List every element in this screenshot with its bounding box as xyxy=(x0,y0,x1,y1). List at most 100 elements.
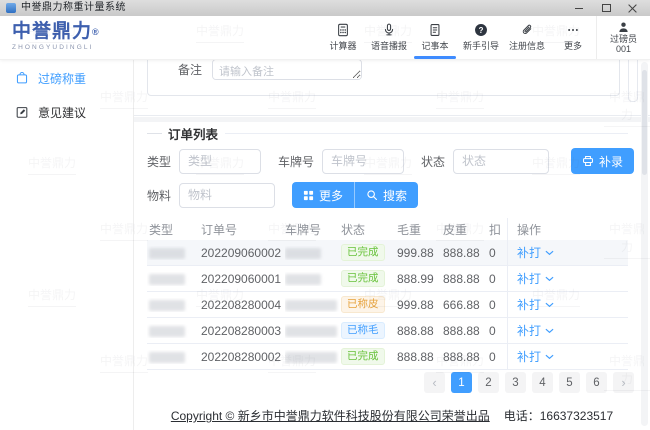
chevron-down-icon xyxy=(545,250,554,256)
action-cell: 补打 xyxy=(507,292,628,317)
status-cell: 已完成 xyxy=(341,270,397,287)
remark-panel: 备注 xyxy=(147,60,620,96)
sidebar-item-scale[interactable]: 过磅称重 xyxy=(0,65,133,91)
chevron-down-icon xyxy=(545,354,554,360)
vertical-scrollbar[interactable] xyxy=(641,62,648,426)
tare-weight-cell: 888.88 xyxy=(443,246,489,260)
type-cell-redacted xyxy=(147,350,201,364)
redacted-text xyxy=(149,274,185,285)
redacted-text xyxy=(285,248,321,259)
nav-item-microphone[interactable]: 语音播报 xyxy=(366,16,412,59)
action-cell: 补打 xyxy=(507,266,628,291)
pagination-page-6[interactable]: 6 xyxy=(586,372,607,393)
status-badge: 已称毛 xyxy=(341,322,385,339)
pagination-page-2[interactable]: 2 xyxy=(478,372,499,393)
app-icon xyxy=(6,3,16,13)
nav-item-ellipsis[interactable]: 更多 xyxy=(550,16,596,59)
tare-weight-cell: 888.88 xyxy=(443,272,489,286)
sidebar-item-label: 意见建议 xyxy=(38,104,86,121)
nav-item-label: 新手引导 xyxy=(463,39,499,52)
type-filter: 类型 xyxy=(147,149,261,174)
status-badge: 已完成 xyxy=(341,270,385,287)
nav-item-label: 注册信息 xyxy=(509,39,545,52)
minimize-icon[interactable] xyxy=(574,3,584,13)
status-badge: 已称皮 xyxy=(341,296,385,313)
reprint-link[interactable]: 补打 xyxy=(517,296,541,313)
gross-weight-cell: 999.88 xyxy=(397,298,443,312)
reprint-link[interactable]: 补打 xyxy=(517,322,541,339)
question-circle-icon: ? xyxy=(474,23,488,37)
table-row[interactable]: 202209060002已完成999.88888.880补打 xyxy=(147,240,628,266)
nav-item-calculator[interactable]: 计算器 xyxy=(320,16,366,59)
search-button[interactable]: 搜索 xyxy=(355,182,418,208)
paperclip-icon xyxy=(520,23,534,37)
section-title-divider: 订单列表 xyxy=(147,126,628,140)
nav-item-paperclip[interactable]: 注册信息 xyxy=(504,16,550,59)
table-row[interactable]: 202209060001已完成888.99888.880补打 xyxy=(147,266,628,292)
user-name: 过磅员 xyxy=(610,34,637,44)
plate-filter-input[interactable] xyxy=(322,149,404,174)
pagination-page-1[interactable]: 1 xyxy=(451,372,472,393)
table-row[interactable]: 202208280002已完成888.88888.880补打 xyxy=(147,344,628,370)
header-order: 订单号 xyxy=(201,221,285,238)
window-title: 中誉鼎力称重计量系统 xyxy=(21,0,126,16)
reprint-link[interactable]: 补打 xyxy=(517,348,541,365)
plate-cell-redacted xyxy=(285,246,341,260)
deduct-cell: 0 xyxy=(489,246,507,260)
nav-item-question-circle[interactable]: ? 新手引导 xyxy=(458,16,504,59)
brand-subtitle: ZHONGYUDINGLI xyxy=(12,44,134,51)
nav-item-notepad[interactable]: 记事本 xyxy=(412,16,458,59)
redacted-text xyxy=(285,300,337,311)
phone-number: 电话：16637323517 xyxy=(504,409,613,423)
type-filter-input[interactable] xyxy=(179,149,261,174)
deduct-cell: 0 xyxy=(489,324,507,338)
gross-weight-cell: 888.88 xyxy=(397,324,443,338)
remark-input[interactable] xyxy=(212,60,362,80)
close-icon[interactable] xyxy=(628,3,638,13)
order-no-cell: 202208280004 xyxy=(201,298,285,312)
filter-actions: 更多 搜索 xyxy=(292,182,418,208)
order-no-cell: 202209060001 xyxy=(201,272,285,286)
pagination-page-5[interactable]: 5 xyxy=(559,372,580,393)
plate-cell-redacted xyxy=(285,350,341,364)
status-filter-input[interactable] xyxy=(453,149,549,174)
pagination-page-3[interactable]: 3 xyxy=(505,372,526,393)
material-filter: 物料 xyxy=(147,183,275,208)
pagination: ‹ 123456 › xyxy=(424,372,634,393)
reprint-link[interactable]: 补打 xyxy=(517,244,541,261)
nav-item-label: 语音播报 xyxy=(371,39,407,52)
edit-icon xyxy=(15,105,29,119)
sidebar-item-edit[interactable]: 意见建议 xyxy=(0,99,133,125)
reprint-link[interactable]: 补打 xyxy=(517,270,541,287)
plate-cell-redacted xyxy=(285,324,341,338)
weighing-form-panel: 备注 xyxy=(134,60,650,116)
pagination-prev[interactable]: ‹ xyxy=(424,372,445,393)
material-filter-input[interactable] xyxy=(179,183,275,208)
microphone-icon xyxy=(382,23,396,37)
pagination-next[interactable]: › xyxy=(613,372,634,393)
brand-name: 中誉鼎力® xyxy=(12,21,134,43)
redacted-text xyxy=(149,352,185,363)
more-button[interactable]: 更多 xyxy=(292,182,355,208)
scale-icon xyxy=(15,71,29,85)
pagination-page-4[interactable]: 4 xyxy=(532,372,553,393)
user-info[interactable]: 过磅员 001 xyxy=(596,16,650,59)
table-row[interactable]: 202208280004已称皮999.88666.880补打 xyxy=(147,292,628,318)
printer-icon xyxy=(582,155,594,167)
redacted-text xyxy=(285,352,337,363)
type-cell-redacted xyxy=(147,272,201,286)
status-filter: 状态 xyxy=(421,149,549,174)
order-no-cell: 202208280002 xyxy=(201,350,285,364)
nav-item-label: 计算器 xyxy=(329,39,356,52)
header-plate: 车牌号 xyxy=(285,221,341,238)
supplement-record-button[interactable]: 补录 xyxy=(571,148,634,174)
maximize-icon[interactable] xyxy=(601,3,611,13)
copyright-link[interactable]: Copyright © 新乡市中誉鼎力软件科技股份有限公司荣誉出品 xyxy=(171,409,490,423)
table-row[interactable]: 202208280003已称毛888.88888.880补打 xyxy=(147,318,628,344)
chevron-down-icon xyxy=(545,276,554,282)
chevron-down-icon xyxy=(545,328,554,334)
brand-logo: 中誉鼎力® ZHONGYUDINGLI xyxy=(0,16,134,59)
scrollbar-thumb[interactable] xyxy=(642,70,647,175)
header-status: 状态 xyxy=(341,221,397,238)
filter-row-1: 类型 车牌号 状态 补录 xyxy=(147,148,628,174)
